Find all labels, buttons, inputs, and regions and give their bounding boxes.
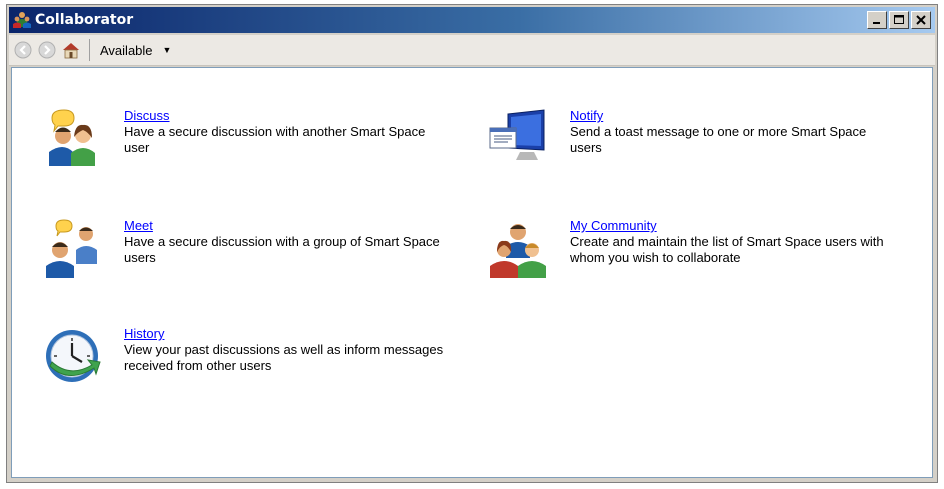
maximize-button[interactable]	[889, 11, 909, 29]
meet-item: Meet Have a secure discussion with a gro…	[42, 218, 454, 278]
discuss-description: Have a secure discussion with another Sm…	[124, 124, 426, 155]
home-button[interactable]	[61, 40, 81, 60]
discuss-icon	[49, 109, 95, 166]
content-panel: Discuss Have a secure discussion with an…	[11, 67, 933, 478]
history-clock-icon	[46, 330, 101, 382]
history-item: History View your past discussions as we…	[42, 326, 454, 386]
notify-item: Notify Send a toast message to one or mo…	[488, 108, 900, 168]
community-group-icon	[490, 224, 546, 278]
history-description: View your past discussions as well as in…	[124, 342, 444, 373]
close-button[interactable]	[911, 11, 931, 29]
minimize-icon	[873, 22, 880, 24]
my-community-link[interactable]: My Community	[570, 218, 900, 234]
history-link[interactable]: History	[124, 326, 454, 342]
notify-link[interactable]: Notify	[570, 108, 900, 124]
back-arrow-icon	[14, 41, 32, 59]
toolbar: Available ▼	[9, 35, 935, 66]
meet-link[interactable]: Meet	[124, 218, 454, 234]
discuss-link[interactable]: Discuss	[124, 108, 454, 124]
forward-arrow-icon	[38, 41, 56, 59]
toolbar-separator	[89, 39, 90, 61]
my-community-item: My Community Create and maintain the lis…	[488, 218, 900, 278]
close-icon	[916, 15, 926, 25]
title-bar[interactable]: Collaborator	[9, 7, 935, 33]
back-button[interactable]	[13, 40, 33, 60]
discuss-item: Discuss Have a secure discussion with an…	[42, 108, 454, 168]
maximize-icon	[894, 15, 904, 24]
dropdown-arrow-icon: ▼	[162, 45, 172, 55]
notify-description: Send a toast message to one or more Smar…	[570, 124, 867, 155]
minimize-button[interactable]	[867, 11, 887, 29]
home-icon	[63, 43, 79, 59]
window-title: Collaborator	[35, 12, 134, 28]
meet-description: Have a secure discussion with a group of…	[124, 234, 440, 265]
my-community-description: Create and maintain the list of Smart Sp…	[570, 234, 884, 265]
meet-icon	[46, 219, 97, 278]
collaborator-app-icon	[13, 11, 31, 29]
availability-label: Available	[100, 42, 153, 58]
notify-monitor-icon	[489, 109, 545, 160]
forward-button[interactable]	[37, 40, 57, 60]
collaborator-window: Collaborator Available ▼ Discuss Have a …	[6, 4, 938, 483]
availability-dropdown[interactable]: Available ▼	[100, 43, 171, 58]
